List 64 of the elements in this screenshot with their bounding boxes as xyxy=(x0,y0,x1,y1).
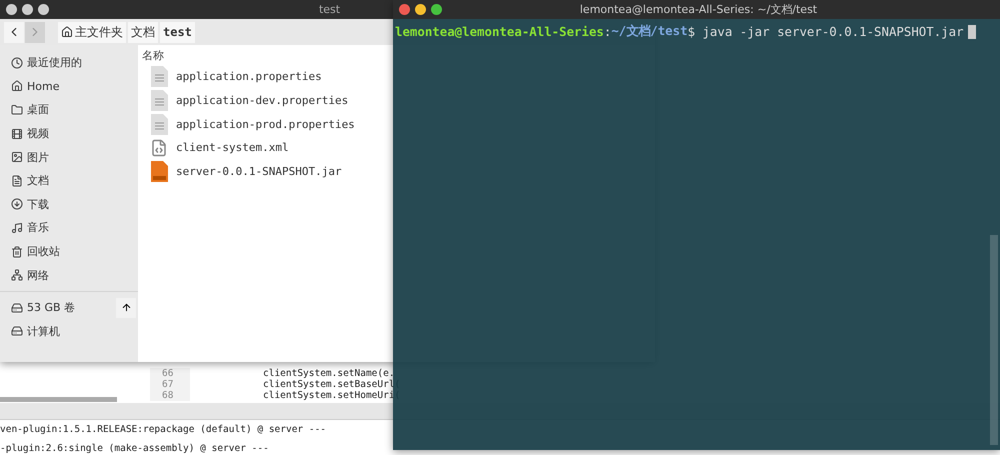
line-number: 66 xyxy=(150,368,190,379)
scrollbar[interactable] xyxy=(0,397,117,402)
jar-file-icon xyxy=(150,161,168,182)
line-number: 68 xyxy=(150,390,190,401)
eject-button[interactable] xyxy=(116,298,136,318)
text-cursor xyxy=(968,24,976,38)
download-icon xyxy=(11,198,23,210)
prompt-user: lemontea@lemontea-All-Series xyxy=(395,24,604,39)
window-control-icon[interactable] xyxy=(399,4,410,15)
sidebar-item[interactable]: 最近使用的 xyxy=(0,51,138,75)
window-title: lemontea@lemontea-All-Series: ~/文档/test xyxy=(580,2,818,17)
sidebar-item[interactable]: Home xyxy=(0,74,138,98)
window-title: test xyxy=(318,3,340,16)
prompt-separator: : xyxy=(604,24,612,39)
window-control-icon[interactable] xyxy=(6,4,17,15)
file-name[interactable]: application.properties xyxy=(176,70,322,84)
drive-icon xyxy=(11,302,23,314)
sidebar-item[interactable]: 回收站 xyxy=(0,240,138,264)
music-icon xyxy=(11,222,23,234)
sidebar-item[interactable]: 桌面 xyxy=(0,98,138,122)
line-number: 67 xyxy=(150,379,190,390)
file-name[interactable]: application-prod.properties xyxy=(176,118,355,131)
text-file-icon xyxy=(150,114,168,135)
code-line: clientSystem.setName(e. xyxy=(263,368,395,379)
breadcrumb-button[interactable]: 主文件夹 xyxy=(58,22,126,42)
code-file-icon xyxy=(150,138,168,157)
prompt-sign: $ xyxy=(688,24,696,39)
window-control-icon[interactable] xyxy=(431,4,442,15)
document-icon xyxy=(11,174,23,187)
sidebar-item[interactable]: 视频 xyxy=(0,122,138,146)
sidebar-item[interactable]: 下载 xyxy=(0,192,138,216)
folder-icon xyxy=(11,104,23,116)
file-name[interactable]: server-0.0.1-SNAPSHOT.jar xyxy=(176,165,342,178)
sidebar-item[interactable]: 53 GB 卷 xyxy=(0,296,138,320)
text-file-icon xyxy=(150,90,168,112)
back-button[interactable] xyxy=(4,22,24,42)
command-text: java -jar server-0.0.1-SNAPSHOT.jar xyxy=(702,24,964,39)
scrollbar[interactable] xyxy=(990,235,998,445)
console-line: ven-plugin:1.5.1.RELEASE:repackage (default) @ server --- xyxy=(0,424,328,435)
breadcrumb-button[interactable]: 文档 xyxy=(128,22,158,42)
home-icon xyxy=(11,80,23,92)
network-icon xyxy=(11,269,23,282)
sidebar-item[interactable]: 音乐 xyxy=(0,216,138,240)
breadcrumb-button[interactable]: test xyxy=(160,22,195,42)
sidebar-item[interactable]: 网络 xyxy=(0,263,138,287)
eject-icon xyxy=(120,302,132,314)
trash-icon xyxy=(11,246,23,258)
console-line: -plugin:2.6:single (make-assembly) @ server --- xyxy=(0,443,270,454)
drive-icon xyxy=(11,325,23,338)
text-file-icon xyxy=(150,66,168,88)
file-name[interactable]: application-dev.properties xyxy=(176,94,348,108)
film-icon xyxy=(11,128,23,140)
file-name[interactable]: client-system.xml xyxy=(176,141,289,154)
window-control-icon[interactable] xyxy=(415,4,426,15)
sidebar-item[interactable]: 文档 xyxy=(0,168,138,193)
prompt-path: ~/文档/test xyxy=(611,23,688,40)
clock-icon xyxy=(11,56,23,69)
home-icon xyxy=(61,26,73,38)
window-control-icon[interactable] xyxy=(38,4,49,15)
window-control-icon[interactable] xyxy=(22,4,33,15)
column-header[interactable]: 名称 xyxy=(138,48,164,62)
sidebar-item[interactable]: 计算机 xyxy=(0,320,138,344)
image-icon xyxy=(11,151,23,164)
sidebar-item[interactable]: 图片 xyxy=(0,145,138,169)
